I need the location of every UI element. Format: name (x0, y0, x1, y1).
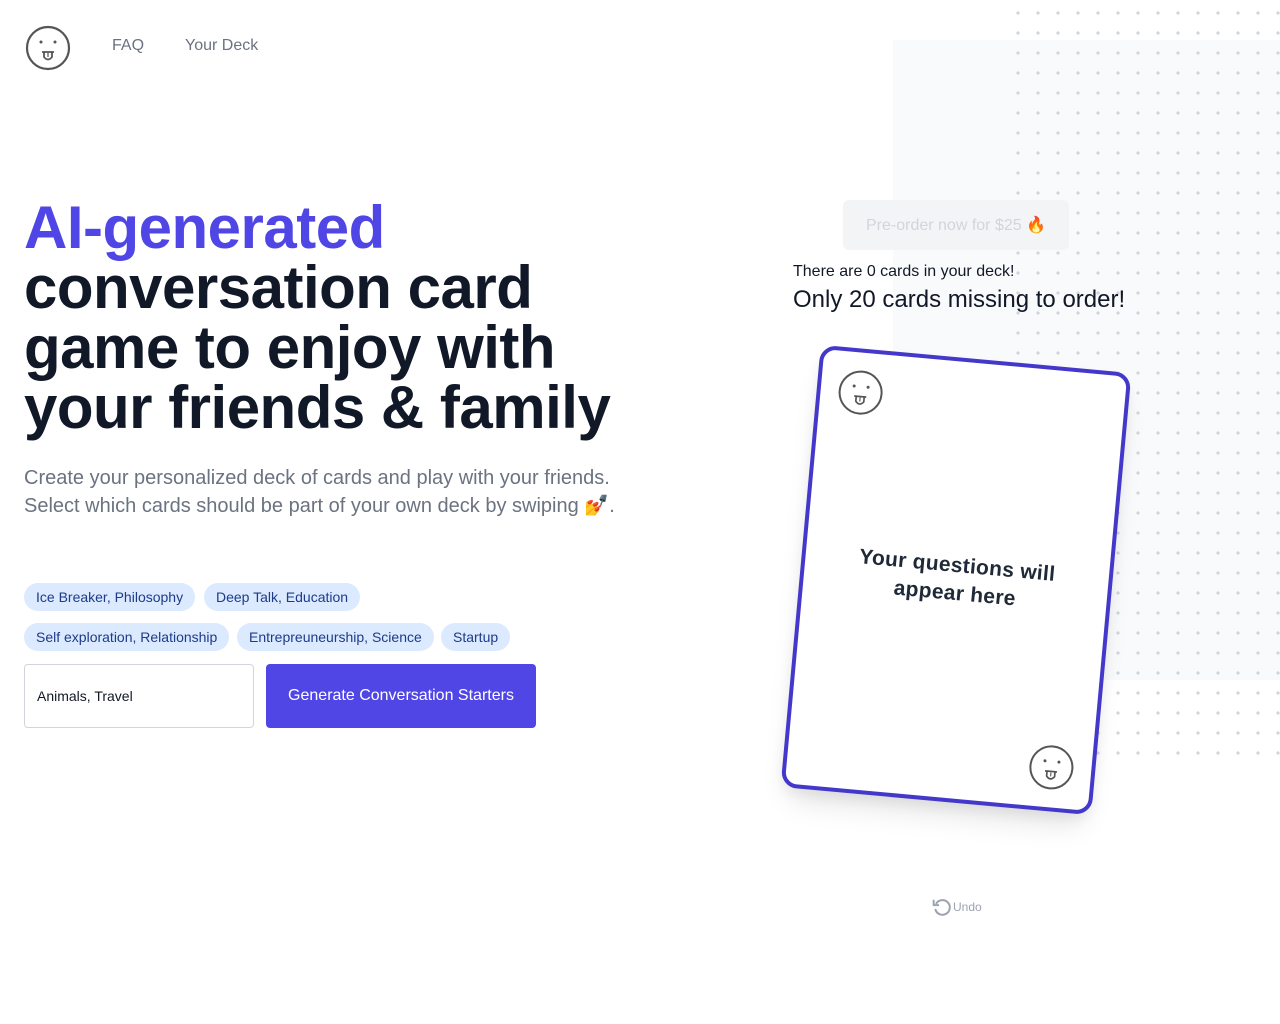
tongue-out-face-icon (25, 25, 71, 71)
topic-tag[interactable]: Startup (441, 623, 511, 651)
generate-button[interactable]: Generate Conversation Starters (266, 664, 536, 728)
tongue-out-face-icon (1029, 745, 1074, 790)
nav-faq[interactable]: FAQ (112, 37, 144, 55)
hero-subtitle-line2: Select which cards should be part of you… (24, 495, 615, 517)
deck-count-text: There are 0 cards in your deck! (793, 263, 1015, 280)
undo-button[interactable]: Undo (930, 896, 982, 918)
hero-subtitle: Create your personalized deck of cards a… (24, 464, 644, 520)
undo-arrow-icon (932, 899, 951, 916)
undo-label: Undo (953, 900, 982, 914)
topic-tag[interactable]: Entrepreuneurship, Science (237, 623, 434, 651)
question-card[interactable]: Your questions will appear here (780, 344, 1132, 816)
tongue-out-face-icon (838, 370, 883, 415)
topic-tag[interactable]: Ice Breaker, Philosophy (24, 583, 196, 611)
preorder-button[interactable]: Pre-order now for $25 🔥 (843, 200, 1069, 250)
hero-title-rest: conversation card game to enjoy with you… (24, 254, 611, 441)
topic-tag[interactable]: Self exploration, Relationship (24, 623, 230, 651)
hero-subtitle-line1: Create your personalized deck of cards a… (24, 467, 610, 489)
nav-your-deck[interactable]: Your Deck (185, 37, 258, 55)
topic-tag[interactable]: Deep Talk, Education (204, 583, 361, 611)
cards-missing-text: Only 20 cards missing to order! (793, 286, 1126, 313)
hero-title-accent: AI-generated (24, 194, 385, 261)
topic-input[interactable] (24, 664, 254, 728)
card-question-text: Your questions will appear here (858, 545, 1057, 611)
logo[interactable] (24, 25, 72, 71)
hero-title: AI-generated conversation card game to e… (24, 198, 644, 438)
